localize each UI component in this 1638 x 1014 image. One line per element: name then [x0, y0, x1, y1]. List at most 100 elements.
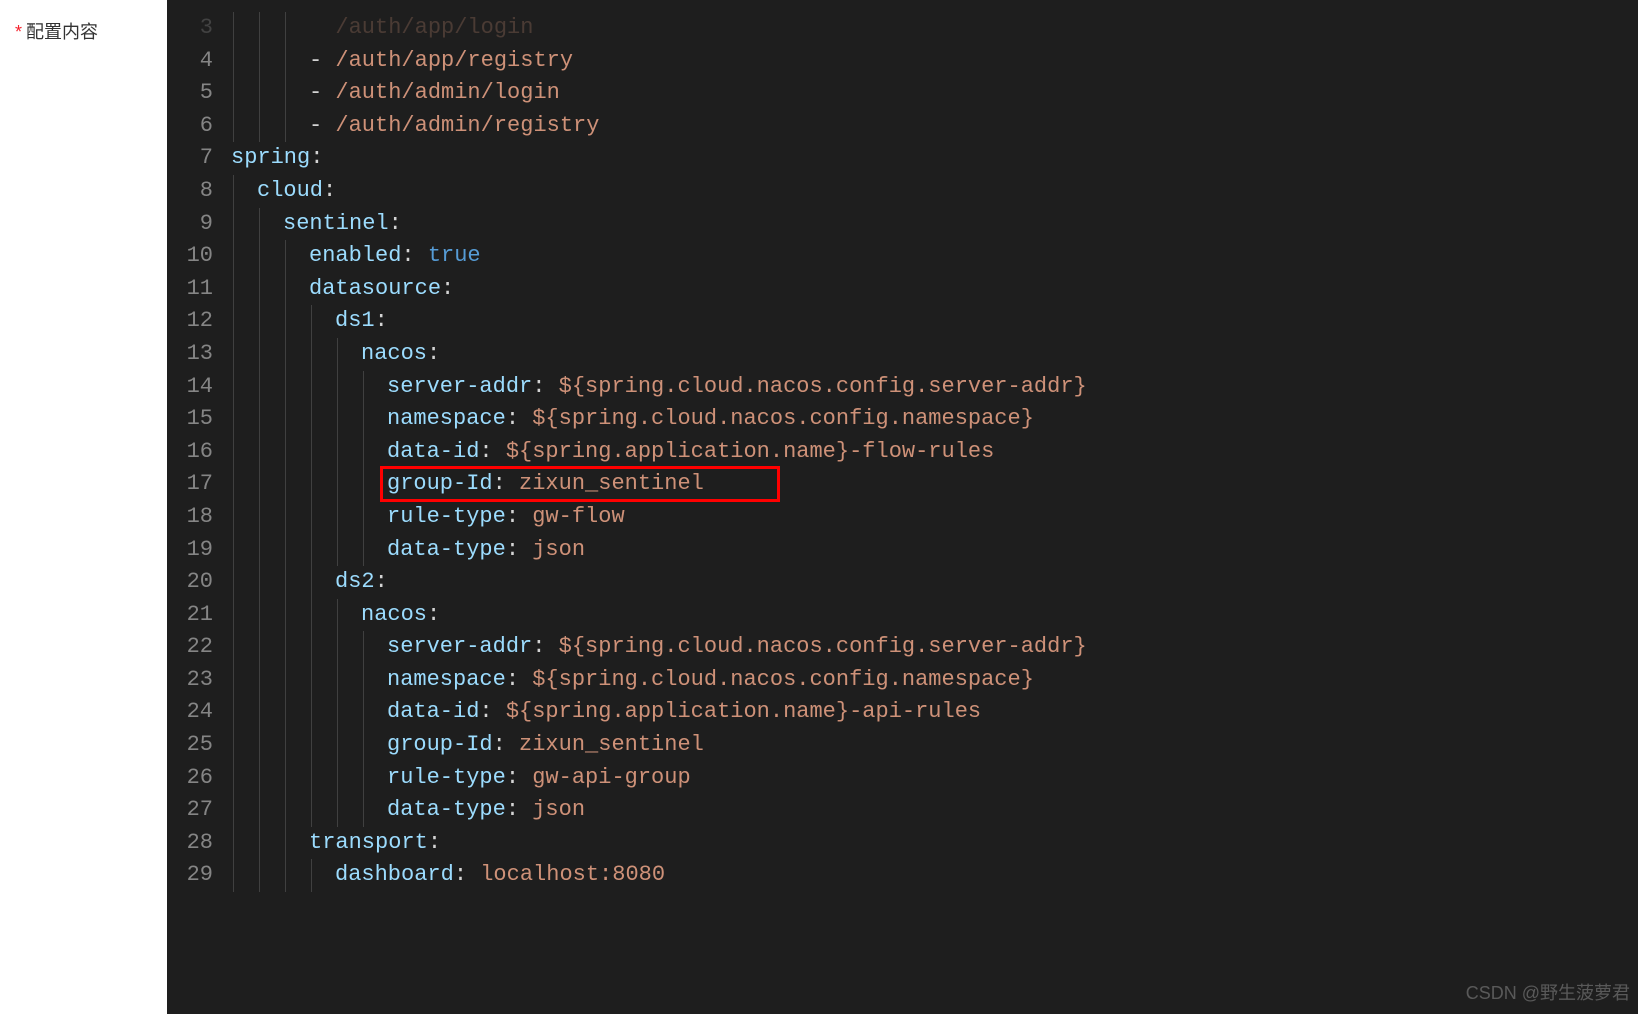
- code-token: :: [532, 374, 558, 399]
- code-area[interactable]: /auth/app/login- /auth/app/registry- /au…: [231, 0, 1638, 1014]
- indent-guide: [311, 762, 312, 795]
- code-line[interactable]: spring:: [231, 142, 1638, 175]
- code-line-content: group-Id: zixun_sentinel: [231, 729, 704, 762]
- indent-guide: [311, 696, 312, 729]
- line-number-gutter: 3456789101112131415161718192021222324252…: [167, 0, 231, 1014]
- code-line[interactable]: rule-type: gw-flow: [231, 501, 1638, 534]
- code-editor[interactable]: 3456789101112131415161718192021222324252…: [167, 0, 1638, 1014]
- code-line-content: data-id: ${spring.application.name}-api-…: [231, 696, 981, 729]
- code-line[interactable]: ds2:: [231, 566, 1638, 599]
- code-token: [309, 15, 335, 40]
- code-line-content: /auth/app/login: [231, 12, 533, 45]
- indent-guide: [233, 305, 234, 338]
- code-line[interactable]: sentinel:: [231, 208, 1638, 241]
- indent-guide: [363, 403, 364, 436]
- code-line[interactable]: transport:: [231, 827, 1638, 860]
- code-token: datasource: [309, 276, 441, 301]
- code-line-content: nacos:: [231, 599, 440, 632]
- indent-guide: [259, 110, 260, 143]
- code-token: json: [532, 797, 585, 822]
- code-line[interactable]: server-addr: ${spring.cloud.nacos.config…: [231, 631, 1638, 664]
- indent-guide: [233, 77, 234, 110]
- indent-guide: [285, 77, 286, 110]
- indent-guide: [233, 534, 234, 567]
- line-number: 21: [167, 599, 213, 632]
- code-token: spring: [231, 145, 310, 170]
- code-line[interactable]: nacos:: [231, 599, 1638, 632]
- indent-guide: [311, 729, 312, 762]
- code-line[interactable]: - /auth/app/registry: [231, 45, 1638, 78]
- code-token: transport: [309, 830, 428, 855]
- code-line[interactable]: enabled: true: [231, 240, 1638, 273]
- indent-guide: [337, 664, 338, 697]
- code-token: namespace: [387, 667, 506, 692]
- code-line[interactable]: cloud:: [231, 175, 1638, 208]
- code-line[interactable]: namespace: ${spring.cloud.nacos.config.n…: [231, 403, 1638, 436]
- indent-guide: [311, 338, 312, 371]
- code-line-content: namespace: ${spring.cloud.nacos.config.n…: [231, 403, 1034, 436]
- code-line[interactable]: group-Id: zixun_sentinel: [231, 468, 1638, 501]
- indent-guide: [363, 501, 364, 534]
- code-line[interactable]: datasource:: [231, 273, 1638, 306]
- code-line-content: namespace: ${spring.cloud.nacos.config.n…: [231, 664, 1034, 697]
- indent-guide: [285, 403, 286, 436]
- indent-guide: [233, 403, 234, 436]
- code-line[interactable]: nacos:: [231, 338, 1638, 371]
- code-token: data-type: [387, 537, 506, 562]
- indent-guide: [233, 566, 234, 599]
- indent-guide: [363, 696, 364, 729]
- code-line-content: group-Id: zixun_sentinel: [231, 468, 704, 501]
- indent-guide: [285, 859, 286, 892]
- line-number: 26: [167, 762, 213, 795]
- indent-guide: [285, 664, 286, 697]
- indent-guide: [233, 436, 234, 469]
- code-token: /auth/admin/login: [335, 80, 559, 105]
- indent-guide: [311, 534, 312, 567]
- indent-guide: [233, 468, 234, 501]
- indent-guide: [233, 762, 234, 795]
- code-token: dashboard: [335, 862, 454, 887]
- code-line[interactable]: data-id: ${spring.application.name}-api-…: [231, 696, 1638, 729]
- code-line[interactable]: /auth/app/login: [231, 12, 1638, 45]
- code-line[interactable]: data-id: ${spring.application.name}-flow…: [231, 436, 1638, 469]
- indent-guide: [233, 175, 234, 208]
- indent-guide: [337, 762, 338, 795]
- code-line[interactable]: dashboard: localhost:8080: [231, 859, 1638, 892]
- code-token: :: [428, 830, 441, 855]
- code-token: ${spring.cloud.nacos.config.server-addr}: [559, 634, 1087, 659]
- indent-guide: [311, 631, 312, 664]
- code-line-content: datasource:: [231, 273, 454, 306]
- indent-guide: [311, 468, 312, 501]
- code-line[interactable]: - /auth/admin/login: [231, 77, 1638, 110]
- indent-guide: [259, 762, 260, 795]
- code-line[interactable]: server-addr: ${spring.cloud.nacos.config…: [231, 371, 1638, 404]
- code-line-content: nacos:: [231, 338, 440, 371]
- indent-guide: [285, 501, 286, 534]
- line-number: 27: [167, 794, 213, 827]
- code-line[interactable]: rule-type: gw-api-group: [231, 762, 1638, 795]
- code-token: ${spring.application.name}-flow-rules: [506, 439, 994, 464]
- line-number: 20: [167, 566, 213, 599]
- line-number: 29: [167, 859, 213, 892]
- code-line[interactable]: group-Id: zixun_sentinel: [231, 729, 1638, 762]
- indent-guide: [311, 436, 312, 469]
- code-line[interactable]: - /auth/admin/registry: [231, 110, 1638, 143]
- code-line[interactable]: namespace: ${spring.cloud.nacos.config.n…: [231, 664, 1638, 697]
- code-line-content: server-addr: ${spring.cloud.nacos.config…: [231, 631, 1087, 664]
- indent-guide: [259, 45, 260, 78]
- indent-guide: [259, 631, 260, 664]
- indent-guide: [285, 338, 286, 371]
- code-token: enabled: [309, 243, 401, 268]
- line-number: 25: [167, 729, 213, 762]
- indent-guide: [233, 729, 234, 762]
- code-token: -: [309, 48, 335, 73]
- code-token: namespace: [387, 406, 506, 431]
- line-number: 16: [167, 436, 213, 469]
- indent-guide: [233, 45, 234, 78]
- code-line[interactable]: data-type: json: [231, 534, 1638, 567]
- code-line[interactable]: ds1:: [231, 305, 1638, 338]
- line-number: 17: [167, 468, 213, 501]
- indent-guide: [311, 599, 312, 632]
- indent-guide: [259, 338, 260, 371]
- code-line[interactable]: data-type: json: [231, 794, 1638, 827]
